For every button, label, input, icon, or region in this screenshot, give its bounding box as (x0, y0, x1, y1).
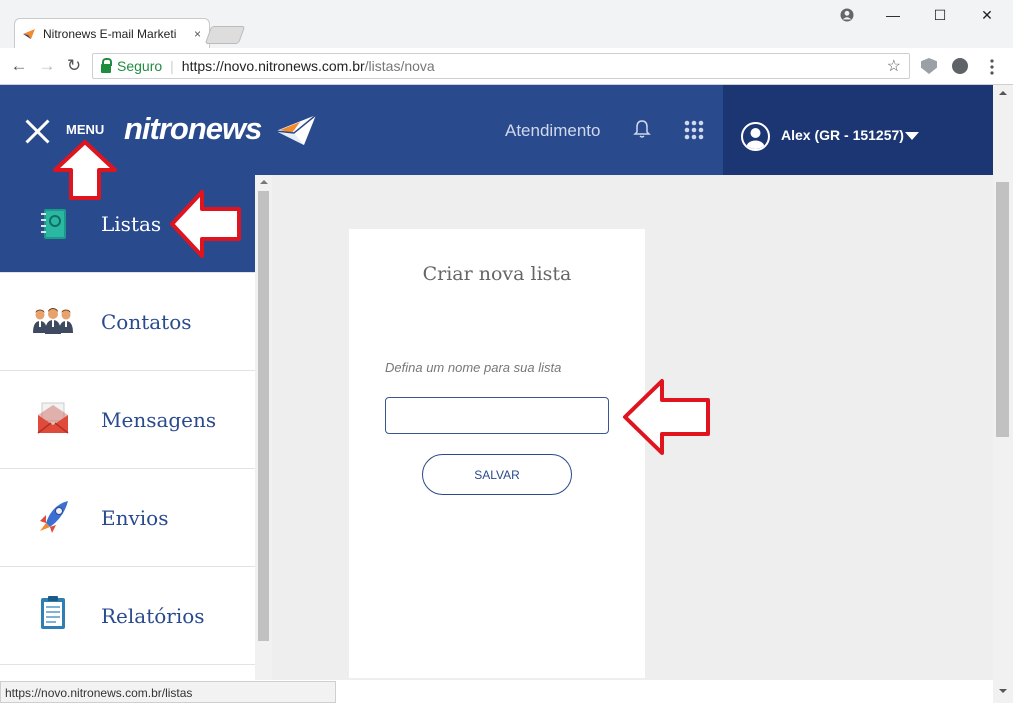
scroll-down-arrow[interactable] (999, 689, 1007, 693)
close-window-button[interactable]: ✕ (964, 0, 1010, 30)
people-icon (33, 308, 73, 334)
annotation-arrow-left-icon (623, 379, 710, 455)
user-name[interactable]: Alex (GR - 151257) (781, 127, 904, 143)
list-name-input[interactable] (385, 397, 609, 434)
sidebar-item-contatos[interactable]: Contatos (0, 273, 255, 371)
envelope-icon (37, 402, 69, 434)
list-name-label: Defina um nome para sua lista (385, 360, 562, 375)
sidebar-scrollbar[interactable] (255, 175, 272, 680)
bookmark-star-icon[interactable]: ☆ (887, 56, 901, 76)
status-bar: https://novo.nitronews.com.br/listas (0, 681, 336, 703)
sidebar-item-label: Listas (101, 211, 162, 236)
profile-icon[interactable] (840, 8, 854, 22)
sidebar-item-label: Contatos (101, 309, 192, 334)
user-avatar-icon (746, 128, 765, 149)
lock-icon (101, 57, 112, 73)
page-scrollbar[interactable] (993, 85, 1013, 703)
url-path: /listas/nova (364, 58, 435, 74)
back-button[interactable]: ← (8, 55, 30, 77)
sidebar-item-label: Relatórios (101, 603, 205, 628)
sidebar-item-label: Envios (101, 505, 169, 530)
tab-close-icon[interactable]: × (194, 27, 201, 41)
annotation-arrow-left-icon (170, 190, 241, 258)
create-list-card: Criar nova lista Defina um nome para sua… (349, 229, 645, 678)
evernote-extension-icon[interactable] (952, 58, 968, 74)
support-link[interactable]: Atendimento (505, 121, 600, 141)
chevron-down-icon[interactable] (905, 132, 919, 140)
sidebar-item-mensagens[interactable]: Mensagens (0, 371, 255, 469)
forward-button[interactable]: → (36, 55, 58, 77)
shield-extension-icon[interactable] (921, 58, 937, 74)
address-bar[interactable]: Seguro | https://novo.nitronews.com.br/l… (92, 53, 910, 79)
url-separator: | (170, 58, 174, 74)
secure-label: Seguro (117, 58, 163, 74)
url-host: https://novo.nitronews.com.br (181, 58, 365, 74)
tab-title: Nitronews E-mail Marketi (43, 26, 177, 41)
rocket-icon (40, 501, 68, 533)
notebook-icon (41, 209, 66, 239)
menu-label[interactable]: MENU (66, 122, 104, 137)
apps-grid-icon[interactable] (684, 120, 704, 140)
page-scrollbar-thumb[interactable] (996, 182, 1009, 437)
scroll-up-arrow[interactable] (260, 180, 268, 184)
sidebar-item-relatorios[interactable]: Relatórios (0, 567, 255, 665)
annotation-arrow-up-icon (53, 140, 117, 200)
browser-toolbar: ← → ↻ Seguro | https://novo.nitronews.co… (0, 48, 1013, 85)
minimize-button[interactable]: — (870, 0, 916, 30)
reload-button[interactable]: ↻ (63, 55, 85, 77)
browser-titlebar: Nitronews E-mail Marketi × — ☐ ✕ (0, 0, 1013, 48)
new-tab-button[interactable] (204, 26, 246, 44)
browser-menu-icon[interactable] (989, 59, 995, 75)
maximize-button[interactable]: ☐ (917, 0, 963, 30)
browser-tab[interactable]: Nitronews E-mail Marketi × (14, 18, 210, 48)
page-title: Criar nova lista (422, 263, 572, 285)
save-button[interactable]: SALVAR (422, 454, 572, 495)
scroll-up-arrow[interactable] (999, 91, 1007, 95)
bell-icon[interactable] (633, 119, 651, 139)
close-menu-icon[interactable] (24, 118, 50, 144)
sidebar-scrollbar-thumb[interactable] (258, 191, 269, 641)
logo-envelope-icon (275, 114, 317, 145)
avatar[interactable] (741, 122, 770, 151)
clipboard-icon (41, 596, 65, 629)
nitronews-logo[interactable]: nitronews (124, 111, 262, 147)
nitronews-favicon-icon (23, 28, 35, 39)
sidebar-item-label: Mensagens (101, 407, 217, 432)
sidebar-item-envios[interactable]: Envios (0, 469, 255, 567)
